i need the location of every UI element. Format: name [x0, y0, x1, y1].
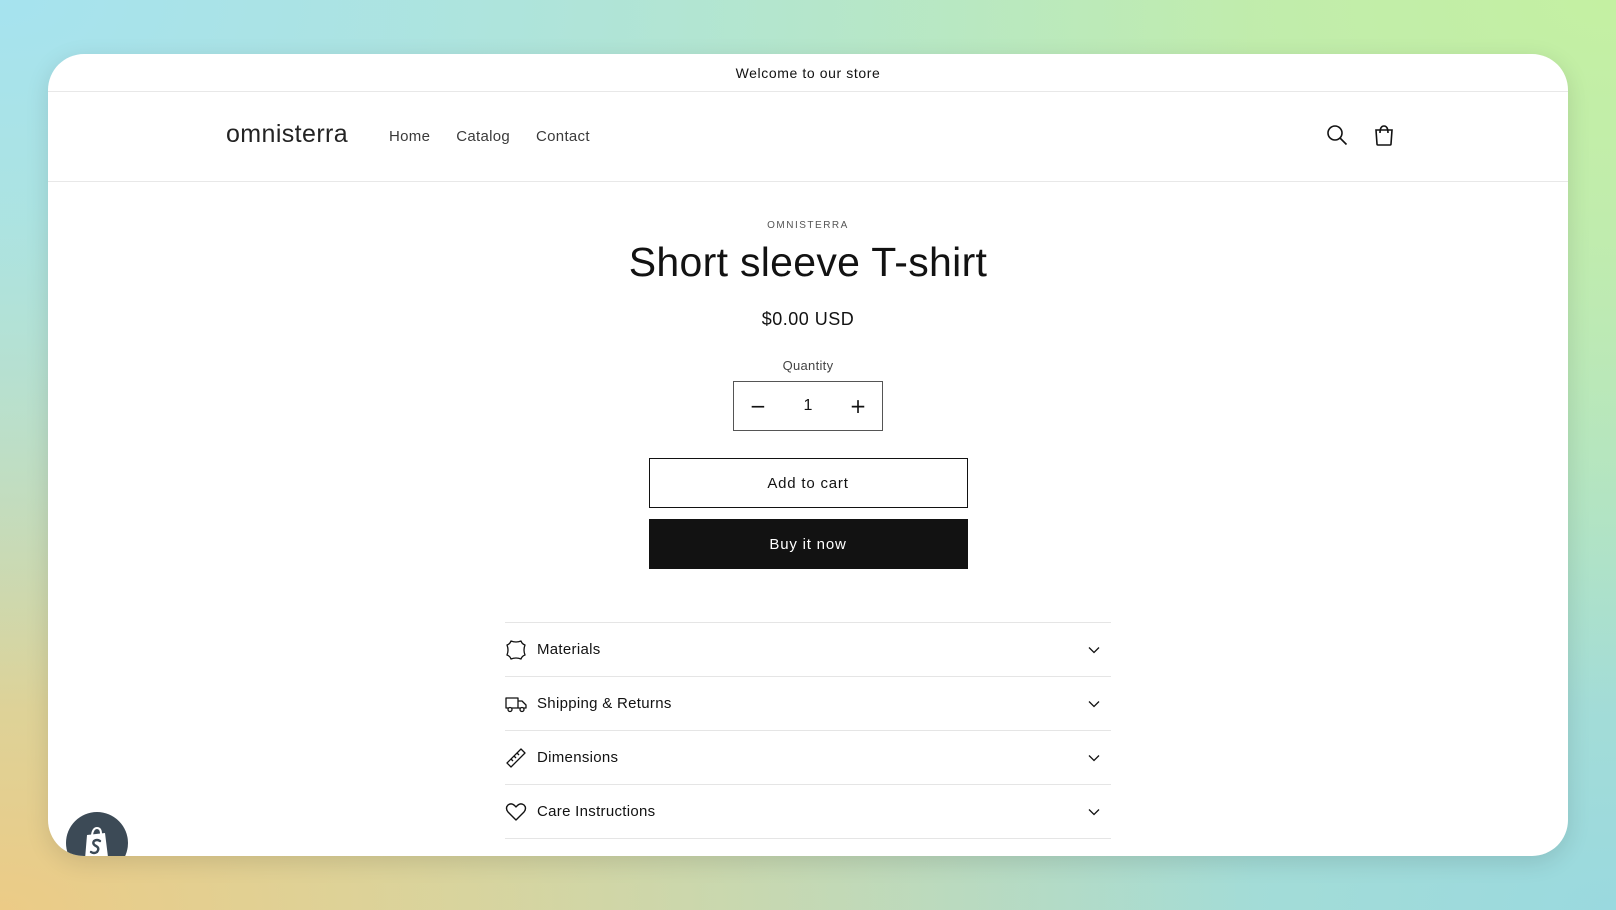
buy-it-now-button[interactable]: Buy it now [648, 519, 968, 569]
store-window: Welcome to our store omnisterra Home Cat… [48, 54, 1568, 856]
nav-catalog[interactable]: Catalog [456, 128, 510, 145]
accordion-label: Materials [537, 641, 601, 658]
chevron-down-icon [1087, 697, 1101, 711]
product-info: OMNISTERRA Short sleeve T-shirt $0.00 US… [48, 220, 1568, 839]
product-accordion: Materials Shipping & Returns Dimensions … [505, 622, 1111, 839]
quantity-label: Quantity [782, 358, 834, 373]
quantity-increment-button[interactable]: + [840, 388, 876, 424]
accordion-materials[interactable]: Materials [505, 623, 1111, 677]
product-vendor: OMNISTERRA [767, 220, 849, 231]
accordion-label: Shipping & Returns [537, 695, 672, 712]
accordion-label: Care Instructions [537, 803, 656, 820]
announcement-text: Welcome to our store [735, 64, 881, 81]
chevron-down-icon [1087, 805, 1101, 819]
search-icon[interactable] [1324, 122, 1350, 148]
add-to-cart-button[interactable]: Add to cart [648, 458, 968, 508]
main-nav: Home Catalog Contact [389, 128, 616, 145]
accordion-shipping-returns[interactable]: Shipping & Returns [505, 677, 1111, 731]
ruler-icon [505, 747, 527, 769]
accordion-care-instructions[interactable]: Care Instructions [505, 785, 1111, 839]
chevron-down-icon [1087, 751, 1101, 765]
accordion-label: Dimensions [537, 749, 619, 766]
leather-icon [505, 639, 527, 661]
quantity-stepper: − 1 + [733, 381, 883, 431]
nav-contact[interactable]: Contact [536, 128, 590, 145]
heart-icon [505, 801, 527, 823]
truck-icon [505, 693, 527, 715]
product-price: $0.00 USD [761, 309, 855, 329]
cart-icon[interactable] [1371, 122, 1397, 148]
nav-home[interactable]: Home [389, 128, 430, 145]
store-logo[interactable]: omnisterra [226, 120, 348, 149]
announcement-bar: Welcome to our store [48, 54, 1568, 92]
accordion-dimensions[interactable]: Dimensions [505, 731, 1111, 785]
product-title: Short sleeve T-shirt [628, 239, 988, 285]
quantity-decrement-button[interactable]: − [740, 388, 776, 424]
site-header: omnisterra Home Catalog Contact [48, 92, 1568, 182]
chevron-down-icon [1087, 643, 1101, 657]
quantity-value[interactable]: 1 [804, 397, 813, 415]
